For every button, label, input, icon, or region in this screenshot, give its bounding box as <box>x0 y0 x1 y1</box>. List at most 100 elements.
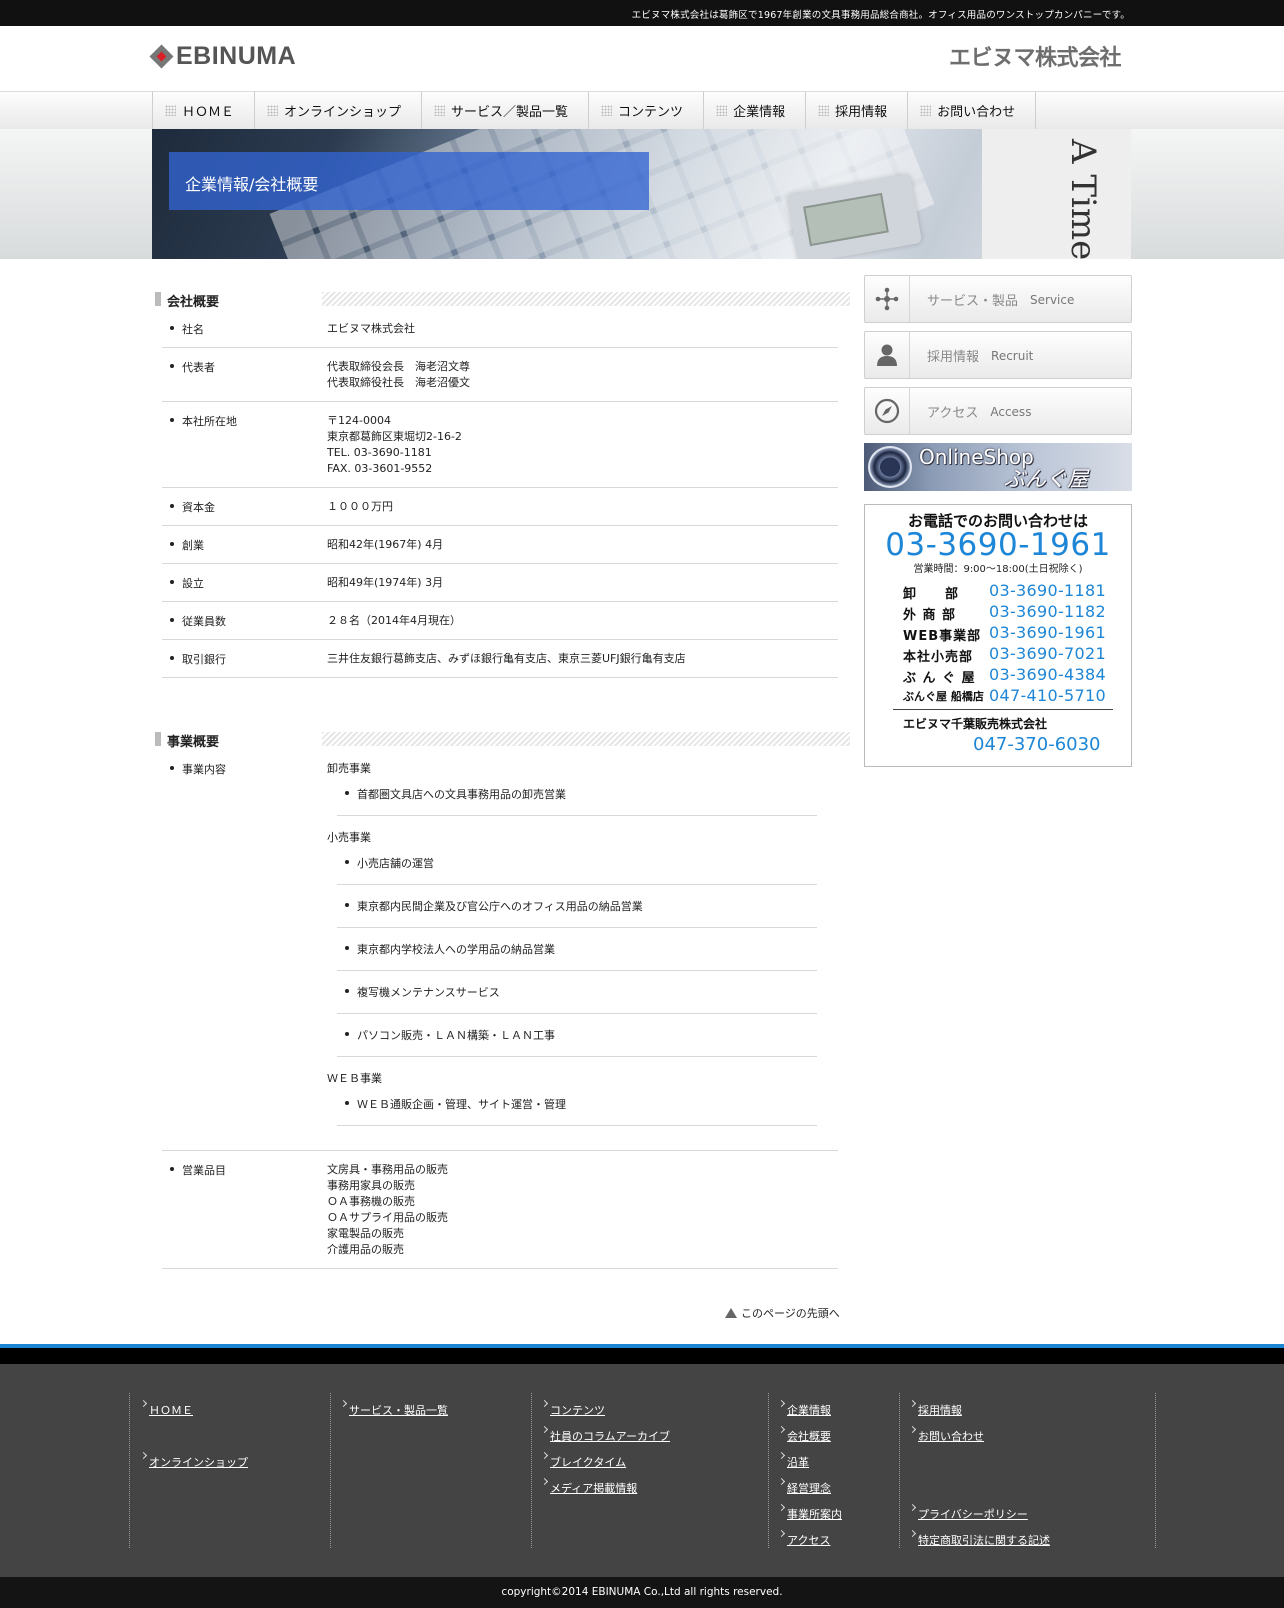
footer-link-offices[interactable]: 事業所案内 <box>777 1506 842 1522</box>
footer-column <box>129 1393 130 1548</box>
dept-name: WEB事業部 <box>903 629 982 644</box>
dots-icon <box>165 104 176 116</box>
row-value: 〒124-0004 東京都葛飾区東堀切2-16-2 TEL. 03-3690-118… <box>327 413 838 477</box>
company-table: 社名 エビヌマ株式会社 代表者 代表取締役会長 海老沼文尊 代表取締役社長 海老沼優文… <box>162 310 838 678</box>
footer-link-privacy[interactable]: プライバシーポリシー <box>908 1506 1028 1522</box>
network-icon <box>865 276 910 322</box>
phone-contact-box: お電話でのお問い合わせは 03-3690-1961 営業時間：9:00～18:0… <box>864 504 1132 767</box>
dept-number: 047-410-5710 <box>989 686 1106 705</box>
dots-icon <box>716 104 728 116</box>
shop-seal-icon <box>868 446 912 488</box>
table-row: 事業内容 卸売事業 首都圏文具店への文具事務用品の卸売営業 小売事業 小売店舗の… <box>162 750 838 1151</box>
top-bar: エビヌマ株式会社は葛飾区で1967年創業の文具事務用品総合商社。オフィス用品のワ… <box>0 0 1284 26</box>
dots-icon <box>267 104 279 116</box>
heading-label: 事業概要 <box>167 735 220 750</box>
nav-label: コンテンツ <box>618 104 684 120</box>
table-row: 設立 昭和49年(1974年) 3月 <box>162 564 838 602</box>
footer-link-break-time[interactable]: ブレイクタイム <box>540 1454 626 1470</box>
back-to-top-link[interactable]: このページの先頭へ <box>725 1305 840 1321</box>
group-list: 小売店舗の運営 東京都内民間企業及び官公庁へのオフィス用品の納品営業 東京都内学… <box>337 852 817 1057</box>
heading-stripes <box>322 732 850 746</box>
value-line: 家電製品の販売 <box>327 1227 404 1240</box>
nav-label: オンラインショップ <box>284 104 402 120</box>
nav-label: サービス／製品一覧 <box>451 104 569 120</box>
business-hours: 営業時間：9:00～18:00(土日祝除く) <box>913 564 1083 575</box>
footer-link-home[interactable]: ＨＯＭＥ <box>139 1402 193 1418</box>
row-key: 設立 <box>162 575 327 591</box>
nav-recruit[interactable]: 採用情報 <box>806 91 909 129</box>
dots-icon <box>920 104 932 116</box>
footer-link-media[interactable]: メディア掲載情報 <box>540 1480 637 1496</box>
button-label-en: Access <box>990 405 1032 419</box>
footer-column <box>531 1393 532 1548</box>
dept-number: 03-3690-7021 <box>989 644 1106 663</box>
value-line: ＯＡ事務機の販売 <box>327 1195 415 1208</box>
nav-company[interactable]: 企業情報 <box>704 91 807 129</box>
heading-label: 会社概要 <box>167 295 220 310</box>
dots-icon <box>434 104 446 116</box>
footer-link-contact[interactable]: お問い合わせ <box>908 1428 984 1444</box>
sidebar-access-button[interactable]: アクセス Access <box>864 387 1132 435</box>
online-shop-banner[interactable]: OnlineShop ぶんぐ屋WEB <box>864 443 1132 491</box>
table-row: 創業 昭和42年(1967年) 4月 <box>162 526 838 564</box>
table-row: 取引銀行 三井住友銀行葛飾支店、みずほ銀行亀有支店、東京三菱UFJ銀行亀有支店 <box>162 640 838 678</box>
footer-link-company[interactable]: 企業情報 <box>777 1402 831 1418</box>
row-key: 取引銀行 <box>162 651 327 667</box>
newspaper-text: A Time And a Ti <box>1063 139 1103 259</box>
footer-link-contents[interactable]: コンテンツ <box>540 1402 605 1418</box>
nav-label: 企業情報 <box>733 104 786 120</box>
dept-number: 03-3690-4384 <box>989 665 1106 684</box>
sidebar-recruit-button[interactable]: 採用情報 Recruit <box>864 331 1132 379</box>
table-row: 資本金 １０００万円 <box>162 488 838 526</box>
site-logo[interactable]: EBINUMA <box>149 42 296 70</box>
footer-link-philosophy[interactable]: 経営理念 <box>777 1480 831 1496</box>
sidebar-service-button[interactable]: サービス・製品 Service <box>864 275 1132 323</box>
footer-link-recruit[interactable]: 採用情報 <box>908 1402 962 1418</box>
group-title: ＷＥＢ事業 <box>327 1072 382 1085</box>
footer-column <box>899 1393 900 1548</box>
list-item: 首都圏文具店への文具事務用品の卸売営業 <box>337 783 817 816</box>
table-row: 営業品目 文房具・事務用品の販売 事務用家具の販売 ＯＡ事務機の販売 ＯＡサプラ… <box>162 1151 838 1269</box>
footer <box>0 1364 1284 1577</box>
row-value: 三井住友銀行葛飾支店、みずほ銀行亀有支店、東京三菱UFJ銀行亀有支店 <box>327 652 686 665</box>
nav-home[interactable]: ＨＯＭＥ <box>153 91 256 129</box>
footer-link-access[interactable]: アクセス <box>777 1532 830 1548</box>
dept-name: ぶんぐ屋 船橋店 <box>903 690 984 703</box>
value-line: 事務用家具の販売 <box>327 1179 415 1192</box>
main-phone-number: 03-3690-1961 <box>885 527 1111 563</box>
dept-number: 03-3690-1181 <box>989 581 1106 600</box>
dots-icon <box>601 104 613 116</box>
row-key: 社名 <box>162 321 327 337</box>
footer-black-strip <box>0 1348 1284 1364</box>
nav-contents[interactable]: コンテンツ <box>589 91 705 129</box>
footer-link-commerce-law[interactable]: 特定商取引法に関する記述 <box>908 1532 1050 1548</box>
value-line: 代表取締役会長 海老沼文尊 <box>327 360 470 373</box>
business-table: 事業内容 卸売事業 首都圏文具店への文具事務用品の卸売営業 小売事業 小売店舗の… <box>162 750 838 1269</box>
footer-link-online-shop[interactable]: オンラインショップ <box>139 1454 248 1470</box>
row-key: 従業員数 <box>162 613 327 629</box>
list-item: 複写機メンテナンスサービス <box>337 981 817 1014</box>
dept-number: 03-3690-1182 <box>989 602 1106 621</box>
footer-link-overview[interactable]: 会社概要 <box>777 1428 831 1444</box>
value-line: 〒124-0004 <box>327 414 391 427</box>
footer-link-column-archive[interactable]: 社員のコラムアーカイブ <box>540 1428 670 1444</box>
nav-online-shop[interactable]: オンラインショップ <box>255 91 423 129</box>
row-key: 代表者 <box>162 359 327 391</box>
button-label: サービス・製品 <box>927 293 1019 309</box>
footer-link-services[interactable]: サービス・製品一覧 <box>339 1402 448 1418</box>
row-key: 創業 <box>162 537 327 553</box>
dept-number: 03-3690-1961 <box>989 623 1106 642</box>
nav-label: 採用情報 <box>835 104 888 120</box>
phone-divider <box>893 709 1113 710</box>
nav-contact[interactable]: お問い合わせ <box>908 91 1037 129</box>
logo-diamond-icon <box>149 43 174 69</box>
newspaper-graphic: A Time And a Ti <box>982 129 1131 259</box>
button-label-en: Service <box>1030 293 1075 307</box>
dots-icon <box>818 104 830 116</box>
row-key: 本社所在地 <box>162 413 327 477</box>
group-title: 卸売事業 <box>327 762 371 775</box>
row-key: 営業品目 <box>162 1162 327 1258</box>
footer-link-history[interactable]: 沿革 <box>777 1454 809 1470</box>
nav-services[interactable]: サービス／製品一覧 <box>422 91 590 129</box>
value-line: FAX. 03-3601-9552 <box>327 462 433 475</box>
